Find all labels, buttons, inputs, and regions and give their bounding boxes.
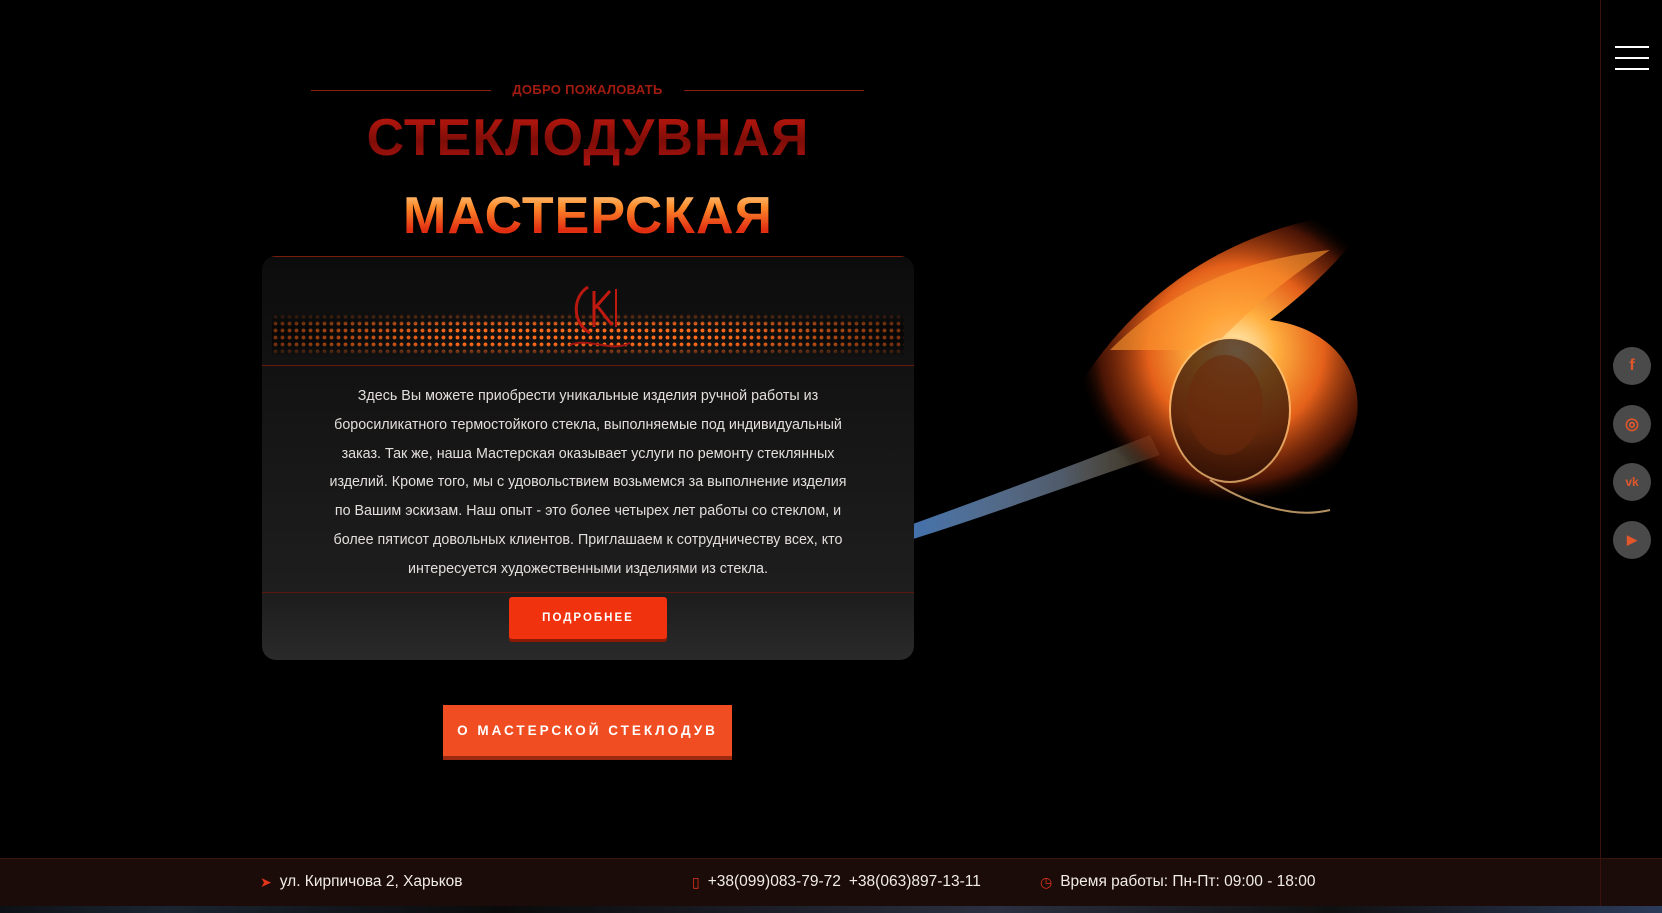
clock-icon: ◷ <box>1040 873 1053 890</box>
contact-bar: ➤ ул. Кирпичова 2, Харьков ▯ +38(099)083… <box>0 858 1662 907</box>
hamburger-icon[interactable] <box>1615 46 1649 72</box>
card-footer: ПОДРОБНЕЕ <box>262 592 914 645</box>
about-workshop-button[interactable]: О МАСТЕРСКОЙ СТЕКЛОДУВ <box>443 705 732 756</box>
glassblowing-flame-illustration <box>910 210 1380 540</box>
flame-image <box>910 180 1490 600</box>
phone-icon: ▯ <box>692 873 700 890</box>
instagram-icon[interactable]: ◎ <box>1613 405 1651 443</box>
card-header-band <box>262 256 914 365</box>
rail-divider <box>1600 859 1601 907</box>
location-arrow-icon: ➤ <box>260 873 272 890</box>
welcome-row: ДОБРО ПОЖАЛОВАТЬ <box>311 82 864 98</box>
address-text: ул. Кирпичова 2, Харьков <box>279 873 463 890</box>
divider-line <box>684 90 864 91</box>
hero-section: ДОБРО ПОЖАЛОВАТЬ СТЕКЛОДУВНАЯ МАСТЕРСКАЯ… <box>0 0 1600 858</box>
vk-icon[interactable]: vk <box>1613 463 1651 501</box>
intro-text: Здесь Вы можете приобрести уникальные из… <box>329 388 847 577</box>
phone-item: ▯ +38(099)083-79-72 +38(063)897-13-11 <box>692 873 981 891</box>
youtube-icon[interactable]: ▶ <box>1613 521 1651 559</box>
hours-item: ◷ Время работы: Пн-Пт: 09:00 - 18:00 <box>1040 873 1315 891</box>
phone-1[interactable]: +38(099)083-79-72 <box>708 873 841 891</box>
page-title-line1: СТЕКЛОДУВНАЯ <box>262 108 914 168</box>
workshop-logo-icon <box>569 285 631 348</box>
address-item: ➤ ул. Кирпичова 2, Харьков <box>260 873 463 891</box>
more-button[interactable]: ПОДРОБНЕЕ <box>509 597 667 639</box>
hours-text: Время работы: Пн-Пт: 09:00 - 18:00 <box>1060 873 1316 890</box>
page-title-line2: МАСТЕРСКАЯ <box>262 186 914 246</box>
right-rail: f ◎ vk ▶ <box>1600 0 1662 858</box>
intro-card: Здесь Вы можете приобрести уникальные из… <box>262 256 914 660</box>
phone-2[interactable]: +38(063)897-13-11 <box>849 873 981 891</box>
next-section-preview <box>0 906 1662 913</box>
facebook-icon[interactable]: f <box>1613 347 1651 385</box>
